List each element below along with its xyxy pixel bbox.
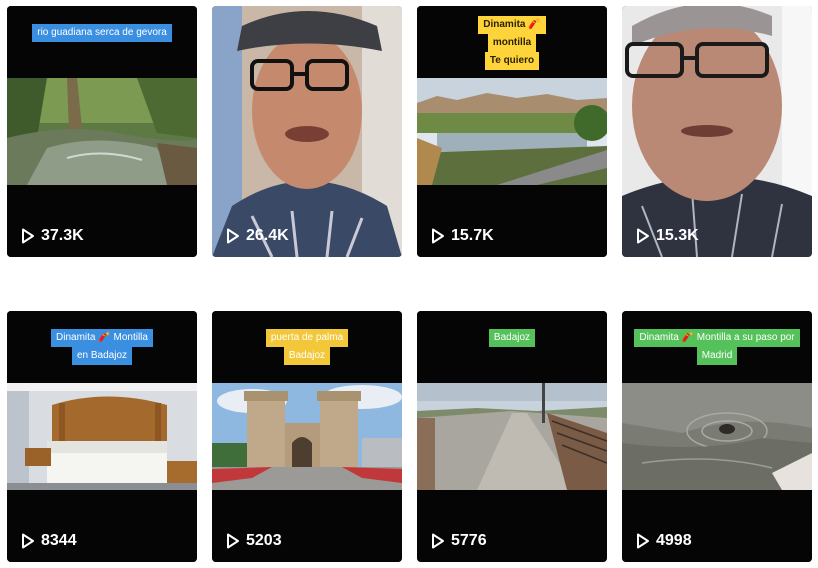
video-card[interactable]: rio guadiana serca de gevora 37.3K bbox=[7, 6, 197, 257]
caption-line: Madrid bbox=[696, 347, 738, 365]
video-caption: Dinamita 🧨 Montilla a su paso por Madrid bbox=[630, 329, 804, 365]
video-caption: Dinamita 🧨 Montilla en Badajoz bbox=[15, 329, 189, 365]
view-count: 5203 bbox=[226, 532, 282, 550]
video-thumbnail bbox=[417, 311, 607, 562]
play-icon bbox=[21, 228, 35, 244]
view-count: 4998 bbox=[636, 532, 692, 550]
play-icon bbox=[21, 533, 35, 549]
video-card[interactable]: puerta de palma Badajoz 5203 bbox=[212, 311, 402, 562]
video-card[interactable]: 15.3K bbox=[622, 6, 812, 257]
view-count: 15.3K bbox=[636, 227, 699, 245]
video-card[interactable]: Dinamita 🧨 montilla Te quiero 15.7K bbox=[417, 6, 607, 257]
video-grid: rio guadiana serca de gevora 37.3K 26.4K… bbox=[0, 0, 818, 568]
caption-line: rio guadiana serca de gevora bbox=[32, 24, 172, 42]
view-count: 5776 bbox=[431, 532, 487, 550]
play-icon bbox=[226, 228, 240, 244]
video-thumbnail bbox=[622, 6, 812, 257]
view-count-text: 4998 bbox=[656, 532, 692, 549]
caption-line: Te quiero bbox=[484, 52, 540, 70]
video-card[interactable]: 26.4K bbox=[212, 6, 402, 257]
view-count-text: 15.3K bbox=[656, 227, 699, 244]
play-icon bbox=[431, 228, 445, 244]
caption-line: montilla bbox=[487, 34, 537, 52]
caption-line: Badajoz bbox=[488, 329, 536, 347]
video-card[interactable]: Dinamita 🧨 Montilla en Badajoz 8344 bbox=[7, 311, 197, 562]
view-count: 37.3K bbox=[21, 227, 84, 245]
view-count-text: 5203 bbox=[246, 532, 282, 549]
video-card[interactable]: Dinamita 🧨 Montilla a su paso por Madrid… bbox=[622, 311, 812, 562]
caption-line: Dinamita 🧨 Montilla bbox=[51, 329, 153, 347]
view-count: 26.4K bbox=[226, 227, 289, 245]
caption-line: Dinamita 🧨 bbox=[478, 16, 546, 34]
video-caption: puerta de palma Badajoz bbox=[220, 329, 394, 365]
video-thumbnail bbox=[7, 6, 197, 257]
view-count-text: 26.4K bbox=[246, 227, 289, 244]
play-icon bbox=[636, 533, 650, 549]
view-count-text: 8344 bbox=[41, 532, 77, 549]
caption-line: puerta de palma bbox=[265, 329, 349, 347]
view-count-text: 5776 bbox=[451, 532, 487, 549]
video-caption: Badajoz bbox=[425, 329, 599, 347]
video-thumbnail bbox=[212, 6, 402, 257]
video-caption: rio guadiana serca de gevora bbox=[15, 24, 189, 42]
play-icon bbox=[636, 228, 650, 244]
play-icon bbox=[431, 533, 445, 549]
video-caption: Dinamita 🧨 montilla Te quiero bbox=[425, 16, 599, 70]
video-card[interactable]: Badajoz 5776 bbox=[417, 311, 607, 562]
view-count-text: 15.7K bbox=[451, 227, 494, 244]
caption-line: Badajoz bbox=[283, 347, 331, 365]
view-count-text: 37.3K bbox=[41, 227, 84, 244]
play-icon bbox=[226, 533, 240, 549]
caption-line: en Badajoz bbox=[71, 347, 133, 365]
view-count: 15.7K bbox=[431, 227, 494, 245]
caption-line: Dinamita 🧨 Montilla a su paso por bbox=[634, 329, 800, 347]
view-count: 8344 bbox=[21, 532, 77, 550]
